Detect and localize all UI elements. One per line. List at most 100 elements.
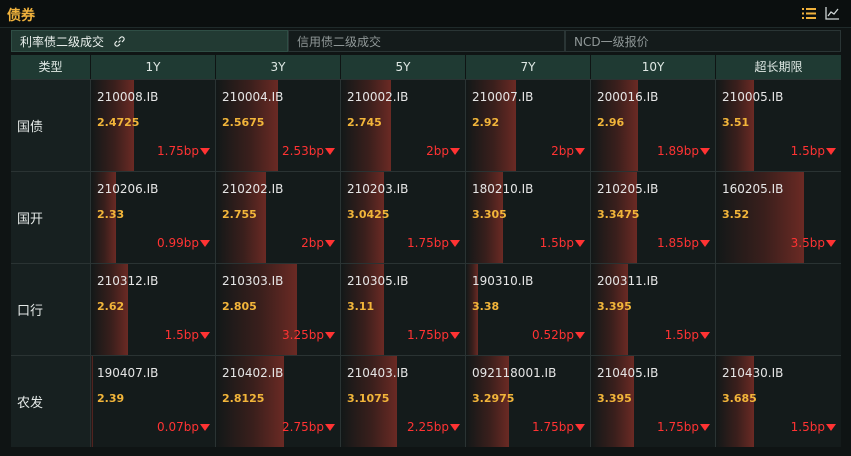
- bond-cell[interactable]: 190310.IB 3.38 0.52bp: [466, 264, 591, 355]
- bond-cell[interactable]: 200016.IB 2.96 1.89bp: [591, 80, 716, 171]
- grid-row: 国债 210008.IB 2.4725 1.75bp 210004.IB 2.5675 2.…: [11, 79, 841, 171]
- bond-yield: 2.755: [222, 208, 257, 221]
- header-icons: [802, 7, 839, 20]
- line-chart-icon[interactable]: [825, 7, 839, 20]
- bond-code: 210402.IB: [222, 366, 284, 380]
- change-value: 2bp: [426, 144, 449, 158]
- change-value: 3.25bp: [282, 328, 324, 342]
- grid-header-row: 类型 1Y 3Y 5Y 7Y 10Y 超长期限: [11, 55, 841, 79]
- bond-cell[interactable]: 200311.IB 3.395 1.5bp: [591, 264, 716, 355]
- bond-cell[interactable]: 210403.IB 3.1075 2.25bp: [341, 356, 466, 447]
- bond-cell[interactable]: 210005.IB 3.51 1.5bp: [716, 80, 841, 171]
- change-value: 1.75bp: [157, 144, 199, 158]
- change-value: 1.85bp: [657, 236, 699, 250]
- bond-yield: 3.395: [597, 392, 632, 405]
- change-value: 1.75bp: [657, 420, 699, 434]
- bond-code: 210005.IB: [722, 90, 784, 104]
- bond-code: 210430.IB: [722, 366, 784, 380]
- bond-cell[interactable]: 210004.IB 2.5675 2.53bp: [216, 80, 341, 171]
- down-arrow-icon: [450, 331, 460, 339]
- bond-yield: 2.805: [222, 300, 257, 313]
- change-value: 1.89bp: [657, 144, 699, 158]
- down-arrow-icon: [200, 423, 210, 431]
- tab-label: 信用债二级成交: [297, 35, 382, 49]
- yield-change: 1.5bp: [165, 328, 210, 342]
- row-type-label: 农发: [11, 356, 91, 447]
- yield-change: 1.75bp: [407, 328, 460, 342]
- bond-yield: 2.8125: [222, 392, 265, 405]
- yield-change: 1.5bp: [791, 144, 836, 158]
- bond-yield: 3.685: [722, 392, 757, 405]
- bond-cell[interactable]: 210007.IB 2.92 2bp: [466, 80, 591, 171]
- grid-row: 口行 210312.IB 2.62 1.5bp 210303.IB 2.805 3.25bp…: [11, 263, 841, 355]
- bond-cell[interactable]: 160205.IB 3.52 3.5bp: [716, 172, 841, 263]
- bond-cell[interactable]: 210430.IB 3.685 1.5bp: [716, 356, 841, 447]
- bond-yield: 2.39: [97, 392, 125, 405]
- down-arrow-icon: [700, 239, 710, 247]
- column-header-1y: 1Y: [91, 55, 216, 79]
- change-value: 0.52bp: [532, 328, 574, 342]
- column-header-7y: 7Y: [466, 55, 591, 79]
- down-arrow-icon: [450, 423, 460, 431]
- bond-cell[interactable]: 210203.IB 3.0425 1.75bp: [341, 172, 466, 263]
- row-type-label: 国开: [11, 172, 91, 263]
- bond-cell[interactable]: 210202.IB 2.755 2bp: [216, 172, 341, 263]
- bond-yield: 3.0425: [347, 208, 390, 221]
- yield-change: 1.75bp: [532, 420, 585, 434]
- bond-cell[interactable]: 210312.IB 2.62 1.5bp: [91, 264, 216, 355]
- yield-change: 2.75bp: [282, 420, 335, 434]
- change-value: 1.75bp: [407, 328, 449, 342]
- change-value: 1.5bp: [664, 328, 699, 342]
- bond-yield: 2.33: [97, 208, 125, 221]
- change-value: 1.5bp: [790, 144, 825, 158]
- bond-yield: 3.52: [722, 208, 750, 221]
- down-arrow-icon: [826, 239, 836, 247]
- bond-cell[interactable]: 190407.IB 2.39 0.07bp: [91, 356, 216, 447]
- bond-cell[interactable]: 210002.IB 2.745 2bp: [341, 80, 466, 171]
- bond-code: 210004.IB: [222, 90, 284, 104]
- bond-code: 210007.IB: [472, 90, 534, 104]
- yield-change: 1.89bp: [657, 144, 710, 158]
- bond-cell[interactable]: 210205.IB 3.3475 1.85bp: [591, 172, 716, 263]
- change-value: 2.75bp: [282, 420, 324, 434]
- bond-cell[interactable]: 210303.IB 2.805 3.25bp: [216, 264, 341, 355]
- tab-ncd-primary-quote[interactable]: NCD一级报价: [565, 30, 841, 52]
- bond-cell[interactable]: 092118001.IB 3.2975 1.75bp: [466, 356, 591, 447]
- down-arrow-icon: [200, 147, 210, 155]
- yield-change: 1.5bp: [540, 236, 585, 250]
- yield-change: 1.75bp: [157, 144, 210, 158]
- tab-rate-bond-secondary[interactable]: 利率债二级成交: [11, 30, 288, 52]
- bond-cell[interactable]: 210206.IB 2.33 0.99bp: [91, 172, 216, 263]
- bond-code: 160205.IB: [722, 182, 784, 196]
- tab-label: 利率债二级成交: [20, 35, 105, 49]
- change-value: 1.75bp: [532, 420, 574, 434]
- link-icon[interactable]: [114, 36, 125, 50]
- down-arrow-icon: [325, 147, 335, 155]
- bond-cell[interactable]: 210405.IB 3.395 1.75bp: [591, 356, 716, 447]
- bond-cell[interactable]: 210305.IB 3.11 1.75bp: [341, 264, 466, 355]
- bond-yield: 3.11: [347, 300, 375, 313]
- bond-cell[interactable]: 210008.IB 2.4725 1.75bp: [91, 80, 216, 171]
- grid-row: 农发 190407.IB 2.39 0.07bp 210402.IB 2.8125 2.75…: [11, 355, 841, 447]
- bond-code: 190310.IB: [472, 274, 534, 288]
- bond-code: 180210.IB: [472, 182, 534, 196]
- change-value: 2bp: [301, 236, 324, 250]
- bond-code: 210008.IB: [97, 90, 159, 104]
- down-arrow-icon: [575, 423, 585, 431]
- panel-title: 债券: [7, 8, 35, 24]
- down-arrow-icon: [575, 331, 585, 339]
- down-arrow-icon: [826, 147, 836, 155]
- list-icon[interactable]: [802, 7, 816, 20]
- bond-cell[interactable]: 210402.IB 2.8125 2.75bp: [216, 356, 341, 447]
- bond-cell[interactable]: 180210.IB 3.305 1.5bp: [466, 172, 591, 263]
- bond-code: 092118001.IB: [472, 366, 557, 380]
- change-value: 1.5bp: [164, 328, 199, 342]
- bond-code: 210205.IB: [597, 182, 659, 196]
- column-header-3y: 3Y: [216, 55, 341, 79]
- bond-cell: [716, 264, 841, 355]
- bond-yield: 3.305: [472, 208, 507, 221]
- bond-code: 200311.IB: [597, 274, 659, 288]
- down-arrow-icon: [700, 423, 710, 431]
- tab-bar: 利率债二级成交 信用债二级成交 NCD一级报价: [11, 30, 841, 52]
- tab-credit-bond-secondary[interactable]: 信用债二级成交: [288, 30, 565, 52]
